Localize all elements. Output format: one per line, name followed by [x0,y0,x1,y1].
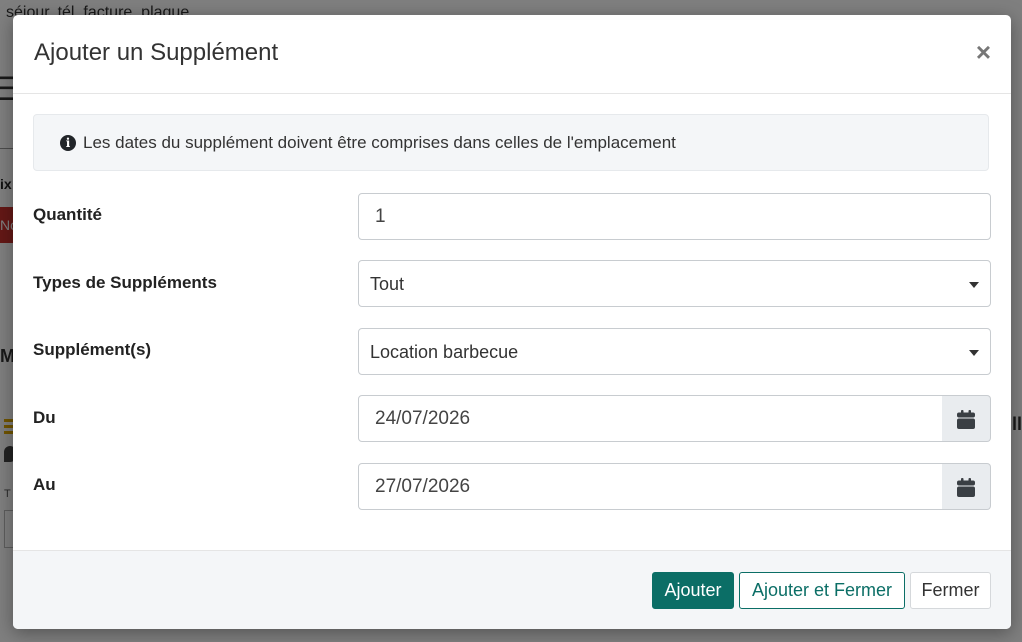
add-supplement-modal: Ajouter un Supplément × i Les dates du s… [13,15,1011,629]
close-button[interactable]: Fermer [910,572,991,609]
supplement-types-label: Types de Suppléments [33,273,217,292]
add-button[interactable]: Ajouter [652,572,734,609]
quantity-input[interactable] [359,194,990,239]
to-date-label: Au [33,475,56,494]
from-date-field [358,395,943,442]
quantity-field [358,193,991,240]
add-and-close-button[interactable]: Ajouter et Fermer [739,572,905,609]
calendar-icon [957,478,975,497]
info-alert-text: Les dates du supplément doivent être com… [83,133,676,152]
calendar-icon [957,410,975,429]
supplements-selected: Location barbecue [370,342,519,362]
from-date-input[interactable] [359,396,942,441]
supplement-types-select[interactable]: Tout [358,260,991,307]
close-icon[interactable]: × [976,37,991,67]
supplement-types-selected: Tout [370,274,405,294]
modal-title: Ajouter un Supplément [34,39,279,66]
modal-footer: Ajouter Ajouter et Fermer Fermer [13,550,1011,629]
supplements-label: Supplément(s) [33,340,152,359]
info-circle-icon: i [60,135,76,151]
from-date-calendar-button[interactable] [942,395,991,442]
to-date-input[interactable] [359,464,942,509]
to-date-field [358,463,943,510]
modal-header: Ajouter un Supplément × [13,15,1011,94]
caret-down-icon [969,282,979,288]
quantity-label: Quantité [33,205,102,224]
info-alert: i Les dates du supplément doivent être c… [33,114,989,171]
supplements-select[interactable]: Location barbecue [358,328,991,375]
from-date-label: Du [33,408,56,427]
to-date-calendar-button[interactable] [942,463,991,510]
caret-down-icon [969,350,979,356]
